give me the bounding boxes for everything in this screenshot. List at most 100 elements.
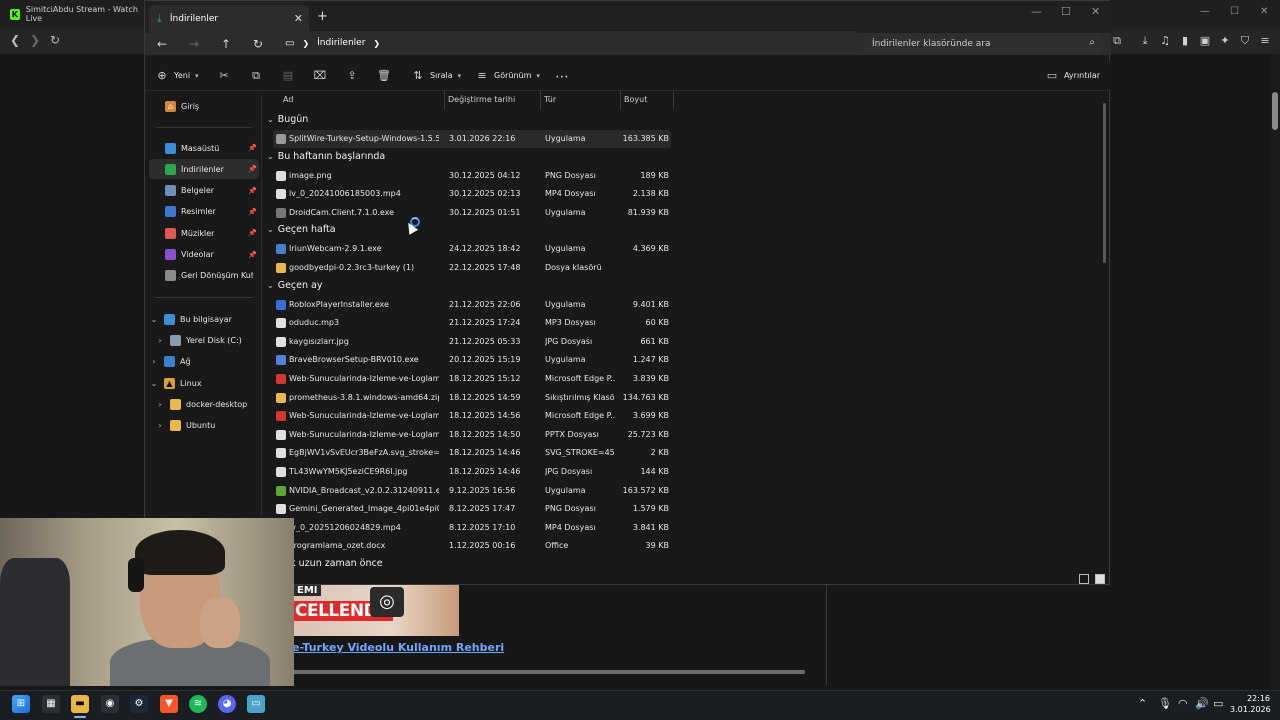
new-button[interactable]: ⊕ Yeni ▾ [155, 69, 198, 82]
column-separator[interactable] [444, 91, 445, 109]
file-row[interactable]: Programlama_ozet.docx 1.12.2025 00:16 Offi… [273, 537, 671, 555]
explorer-maximize-icon[interactable]: ☐ [1061, 5, 1071, 18]
delete-button[interactable]: 🗑 [377, 69, 391, 82]
copy-button[interactable]: ⧉ [249, 69, 263, 83]
browser-maximize-icon[interactable]: ☐ [1230, 6, 1239, 17]
file-row[interactable]: DroidCam.Client.7.1.0.exe 30.12.2025 01:5… [273, 204, 671, 222]
file-row[interactable]: SplitWire-Turkey-Setup-Windows-1.5.5.exe… [273, 130, 671, 148]
sidebar-item-home[interactable]: ⌂ Giriş [165, 96, 259, 116]
ai-icon[interactable]: ✦ [1218, 34, 1232, 48]
sidebar-toggle-icon[interactable]: ▮ [1178, 34, 1192, 48]
shield-icon[interactable]: ⛉ [1238, 34, 1252, 48]
reload-icon[interactable]: ↻ [48, 33, 62, 47]
back-icon[interactable]: ❮ [8, 33, 22, 47]
more-button[interactable]: ⋯ [555, 69, 569, 85]
back-arrow-icon[interactable]: ← [155, 37, 169, 51]
new-tab-icon[interactable]: + [317, 9, 328, 24]
file-row[interactable]: NVIDIA_Broadcast_v2.0.2.31240911.exe 9.12… [273, 482, 671, 500]
group-header[interactable]: ⌄ Geçen ay [267, 280, 322, 291]
search-input[interactable]: İndirilenler klasöründe ara ⌕ [863, 33, 1103, 55]
sidebar-item-quick[interactable]: Belgeler 📌 [149, 181, 259, 201]
address-box[interactable]: ▭ ❯ İndirilenler ❯ [277, 31, 857, 55]
file-row[interactable]: oduduc.mp3 21.12.2025 17:24 MP3 Dosyası 60 … [273, 314, 671, 332]
details-view-icon[interactable] [1079, 574, 1089, 584]
obs-icon[interactable]: ◉ [101, 695, 119, 713]
wallet-icon[interactable]: ▣ [1198, 34, 1212, 48]
group-header[interactable]: ⌄ Geçen hafta [267, 224, 336, 235]
forward-arrow-icon[interactable]: → [187, 37, 201, 51]
group-header[interactable]: ⌄ Bugün [267, 114, 308, 125]
column-header-date[interactable]: Değiştirme tarihi [448, 95, 515, 104]
file-row[interactable]: RobloxPlayerInstaller.exe 21.12.2025 22:0… [273, 296, 671, 314]
sort-button[interactable]: ⇅ Sırala ▾ [411, 69, 461, 82]
explorer-tab[interactable]: ⤓ İndirilenler ✕ [149, 5, 309, 33]
tray-chevron-up-icon[interactable]: ⌃ [1138, 697, 1147, 710]
sidebar-item-ubuntu[interactable]: › Ubuntu [155, 415, 265, 435]
sidebar-item-network[interactable]: › Ağ [149, 351, 259, 371]
browser-tab[interactable]: K SimitciAbdu Stream - Watch Live [6, 2, 142, 26]
sidebar-item-docker[interactable]: › docker-desktop [155, 394, 265, 414]
up-arrow-icon[interactable]: ↑ [219, 37, 233, 51]
file-row[interactable]: TL43WwYM5KJ5eziCE9R6l.jpg 18.12.2025 14:4… [273, 463, 671, 481]
page-scroll-thumb[interactable] [1272, 92, 1278, 130]
page-horizontal-scrollbar[interactable] [290, 670, 805, 674]
details-button[interactable]: ▭ Ayrıntılar [1045, 69, 1100, 82]
column-separator[interactable] [673, 91, 674, 109]
sidebar-item-quick[interactable]: Resimler 📌 [149, 202, 259, 222]
column-header-name[interactable]: Ad [283, 95, 293, 104]
file-row[interactable]: image.png 30.12.2025 04:12 PNG Dosyası 189 … [273, 167, 671, 185]
sidebar-item-quick[interactable]: İndirilenler 📌 [149, 159, 259, 180]
group-header[interactable]: ⌄ Bu haftanın başlarında [267, 151, 385, 162]
column-header-size[interactable]: Boyut [624, 95, 647, 104]
music-icon[interactable]: ♫ [1158, 34, 1172, 48]
discord-icon[interactable]: ◕ [218, 695, 236, 713]
view-button[interactable]: ≡ Görünüm ▾ [475, 69, 540, 82]
file-row[interactable]: lv_0_20251206024829.mp4 8.12.2025 17:10 MP… [273, 519, 671, 537]
close-tab-icon[interactable]: ✕ [294, 12, 303, 25]
file-row[interactable]: goodbyedpi-0.2.3rc3-turkey (1) 22.12.2025… [273, 259, 671, 277]
microphone-icon[interactable]: 🎙 [1158, 697, 1172, 710]
breadcrumb-current[interactable]: İndirilenler [317, 38, 365, 48]
wifi-icon[interactable]: ◠ [1178, 697, 1188, 710]
file-list-scrollbar[interactable] [1103, 103, 1106, 263]
file-explorer-taskbar-icon[interactable]: ▬ [71, 695, 89, 713]
refresh-icon[interactable]: ↻ [251, 37, 265, 51]
task-view-icon[interactable]: ▦ [42, 695, 60, 713]
file-row[interactable]: IriunWebcam-2.9.1.exe 24.12.2025 18:42 Uyg… [273, 240, 671, 258]
sidebar-item-quick[interactable]: Videolar 📌 [149, 245, 259, 265]
column-header-type[interactable]: Tür [544, 95, 556, 104]
share-button[interactable]: ⇪ [345, 69, 359, 82]
sidebar-item-this-pc[interactable]: ⌄ Bu bilgisayar [149, 309, 259, 329]
extension-icon[interactable]: ⧉ [1110, 34, 1124, 48]
guide-link[interactable]: e-Turkey Videolu Kullanım Rehberi [292, 641, 504, 654]
tiles-view-icon[interactable] [1095, 574, 1105, 584]
browser-close-icon[interactable]: ✕ [1260, 6, 1268, 17]
browser-minimize-icon[interactable]: — [1200, 6, 1210, 17]
column-separator[interactable] [540, 91, 541, 109]
sidebar-item-local-disk[interactable]: › Yerel Disk (C:) [155, 330, 265, 350]
forward-icon[interactable]: ❯ [28, 33, 42, 47]
sidebar-item-quick[interactable]: Geri Dönüşüm Kutusu [149, 266, 259, 286]
file-row[interactable]: EgBjWV1vSvEUcr3BeFzA.svg_stroke=45 18.12.… [273, 444, 671, 462]
column-separator[interactable] [620, 91, 621, 109]
file-row[interactable]: Web-Sunucularinda-Izleme-ve-Loglama-... 1… [273, 370, 671, 388]
explorer-close-icon[interactable]: ✕ [1091, 5, 1100, 18]
sidebar-item-linux[interactable]: ⌄ ▲ Linux [149, 373, 259, 393]
start-windows-icon[interactable]: ⊞ [12, 695, 30, 713]
explorer-minimize-icon[interactable]: — [1031, 5, 1042, 18]
taskbar-clock[interactable]: 22:16 3.01.2026 [1230, 693, 1271, 715]
file-row[interactable]: Web-Sunucularinda-Izleme-ve-Loglama-... 1… [273, 426, 671, 444]
steam-icon[interactable]: ⚙ [130, 695, 148, 713]
cut-button[interactable]: ✂ [217, 69, 231, 82]
spotify-icon[interactable]: ≋ [189, 695, 207, 713]
sidebar-item-quick[interactable]: Masaüstü 📌 [149, 138, 259, 158]
promo-banner-image[interactable]: EMI CELLENDI! ◎ [292, 585, 459, 636]
brave-icon[interactable]: ▼ [160, 695, 178, 713]
battery-icon[interactable]: ▭ [1213, 697, 1223, 710]
sidebar-item-quick[interactable]: Müzikler 📌 [149, 223, 259, 243]
file-row[interactable]: prometheus-3.8.1.windows-amd64.zip 18.12.… [273, 389, 671, 407]
downloads-icon[interactable]: ⤓ [1138, 34, 1152, 48]
remote-desktop-icon[interactable]: ▭ [247, 695, 265, 713]
volume-icon[interactable]: 🔊 [1195, 697, 1209, 710]
sidebar-splitter[interactable] [261, 95, 262, 525]
